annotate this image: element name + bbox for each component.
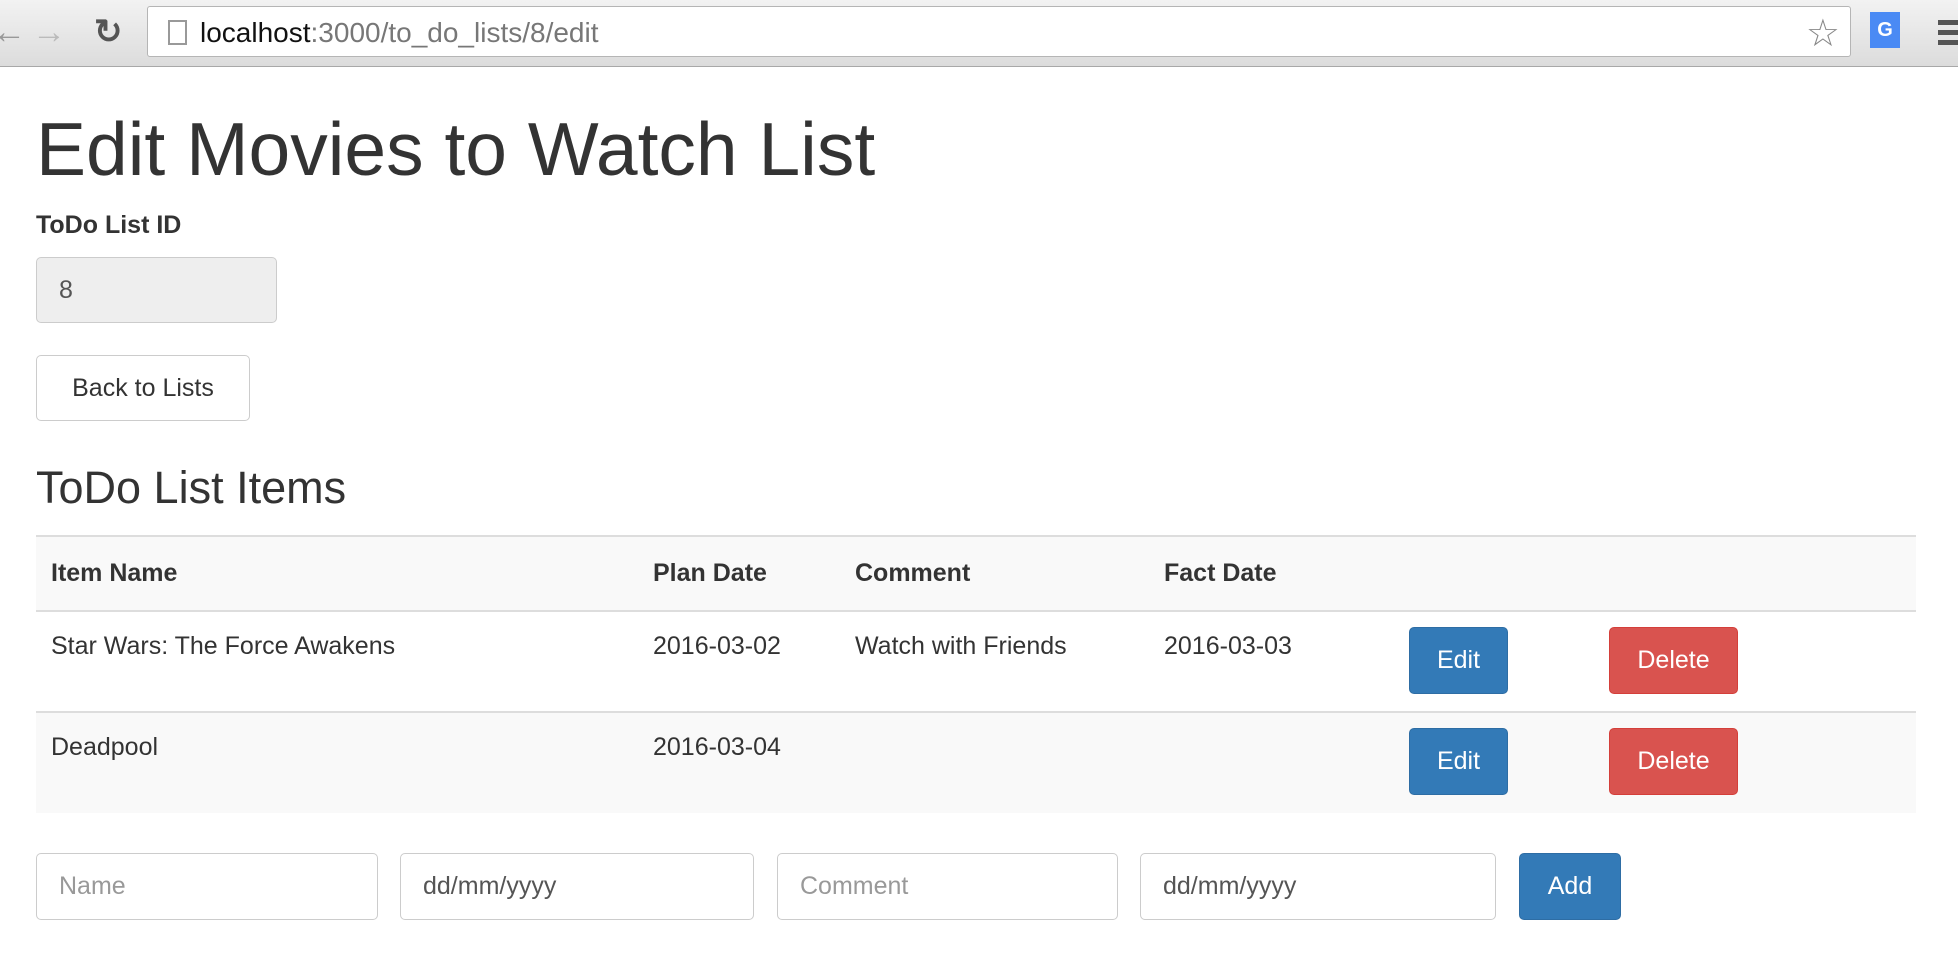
fact-date-input[interactable] <box>1140 853 1496 920</box>
back-icon[interactable]: ← <box>0 14 26 50</box>
items-heading: ToDo List Items <box>36 462 347 513</box>
url-path: :3000/to_do_lists/8/edit <box>310 17 599 48</box>
star-icon[interactable]: ☆ <box>1806 11 1840 56</box>
forward-icon[interactable]: → <box>32 14 66 50</box>
plan-date: 2016-03-02 <box>638 610 840 712</box>
item-name: Star Wars: The Force Awakens <box>36 610 638 712</box>
id-label: ToDo List ID <box>36 211 182 239</box>
id-field[interactable] <box>36 257 277 323</box>
table-header-row: Item Name Plan Date Comment Fact Date <box>36 535 1916 612</box>
address-bar[interactable]: localhost:3000/to_do_lists/8/edit ☆ <box>147 6 1851 57</box>
edit-button[interactable]: Edit <box>1409 728 1508 795</box>
delete-button[interactable]: Delete <box>1609 728 1738 795</box>
delete-button[interactable]: Delete <box>1609 627 1738 694</box>
reload-icon[interactable]: ↻ <box>94 14 123 50</box>
back-to-lists-button[interactable]: Back to Lists <box>36 355 250 421</box>
plan-date: 2016-03-04 <box>638 711 840 813</box>
page-icon <box>168 20 187 45</box>
table-row: Deadpool 2016-03-04 Edit Delete <box>36 711 1916 813</box>
menu-icon[interactable] <box>1938 20 1958 50</box>
comment-input[interactable] <box>777 853 1118 920</box>
header-plan-date: Plan Date <box>638 535 840 612</box>
comment <box>840 711 1149 813</box>
name-input[interactable] <box>36 853 378 920</box>
comment: Watch with Friends <box>840 610 1149 712</box>
edit-button[interactable]: Edit <box>1409 627 1508 694</box>
page-title: Edit Movies to Watch List <box>36 107 876 191</box>
url-host: localhost <box>200 17 311 48</box>
item-name: Deadpool <box>36 711 638 813</box>
fact-date <box>1149 711 1405 813</box>
browser-toolbar: ← → ↻ localhost:3000/to_do_lists/8/edit … <box>0 0 1958 67</box>
translate-icon[interactable]: G <box>1870 12 1900 48</box>
header-comment: Comment <box>840 535 1149 612</box>
add-button[interactable]: Add <box>1519 853 1621 920</box>
header-item-name: Item Name <box>36 535 638 612</box>
items-table: Item Name Plan Date Comment Fact Date St… <box>36 535 1916 813</box>
table-row: Star Wars: The Force Awakens 2016-03-02 … <box>36 610 1916 712</box>
fact-date: 2016-03-03 <box>1149 610 1405 712</box>
header-fact-date: Fact Date <box>1149 535 1405 612</box>
plan-date-input[interactable] <box>400 853 754 920</box>
